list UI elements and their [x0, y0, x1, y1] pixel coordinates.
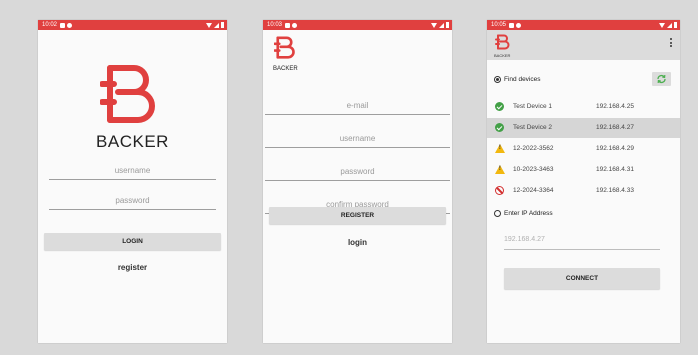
device-name: 10-2023-3463	[513, 166, 554, 173]
login-button[interactable]: LOGIN	[44, 233, 221, 250]
device-row[interactable]: Test Device 1 192.168.4.25	[487, 97, 680, 117]
notification-icon	[509, 22, 515, 28]
notification-icon	[292, 22, 298, 28]
register-link[interactable]: register	[38, 263, 227, 272]
device-name: Test Device 2	[513, 124, 553, 131]
app-name: BACKER	[273, 66, 298, 72]
connect-button[interactable]: CONNECT	[504, 268, 660, 289]
enter-ip-radio[interactable]	[494, 210, 501, 217]
email-field[interactable]: e-mail	[265, 100, 450, 115]
device-ip: 192.168.4.29	[596, 145, 634, 152]
check-circle-icon	[495, 102, 504, 111]
device-ip: 192.168.4.27	[596, 124, 634, 131]
warning-icon	[495, 165, 505, 174]
find-devices-radio[interactable]	[494, 76, 501, 83]
status-bar: 10:05	[487, 20, 680, 30]
username-field[interactable]: username	[49, 165, 216, 180]
blocked-icon	[495, 186, 504, 195]
refresh-icon	[657, 74, 666, 84]
app-bar: BACKER	[487, 30, 680, 60]
device-ip: 192.168.4.25	[596, 103, 634, 110]
check-circle-icon	[495, 123, 504, 132]
wifi-icon	[659, 22, 665, 28]
find-devices-label: Find devices	[504, 76, 541, 83]
status-bar: 10:02	[38, 20, 227, 30]
device-row[interactable]: 10-2023-3463 192.168.4.31	[487, 160, 680, 180]
refresh-button[interactable]	[652, 72, 671, 86]
signal-icon	[667, 22, 672, 28]
wifi-icon	[431, 22, 437, 28]
username-field[interactable]: username	[265, 133, 450, 148]
device-name: 12-2024-3364	[513, 187, 554, 194]
battery-icon	[446, 22, 449, 28]
device-ip: 192.168.4.33	[596, 187, 634, 194]
notification-icon	[60, 22, 66, 28]
backer-logo-icon	[100, 65, 155, 123]
status-time: 10:02	[42, 22, 58, 28]
device-row[interactable]: 12-2024-3364 192.168.4.33	[487, 181, 680, 201]
ip-address-input[interactable]: 192.168.4.27	[504, 236, 660, 250]
register-screen: 10:03 BACKER e-mail username password co…	[263, 20, 452, 343]
notification-icon	[285, 22, 291, 28]
register-button[interactable]: REGISTER	[269, 207, 446, 224]
backer-logo-icon	[274, 36, 295, 59]
status-bar: 10:03	[263, 20, 452, 30]
login-link[interactable]: login	[263, 238, 452, 247]
warning-icon	[495, 144, 505, 153]
backer-logo-icon	[495, 34, 510, 50]
status-time: 10:05	[491, 22, 507, 28]
device-row-selected[interactable]: Test Device 2 192.168.4.27	[487, 118, 680, 138]
app-name: BACKER	[494, 53, 511, 58]
notification-icon	[516, 22, 522, 28]
signal-icon	[214, 22, 219, 28]
battery-icon	[221, 22, 224, 28]
app-name: BACKER	[96, 132, 169, 151]
login-screen: 10:02 BACKER username password LOGIN reg…	[38, 20, 227, 343]
device-ip: 192.168.4.31	[596, 166, 634, 173]
notification-icon	[67, 22, 73, 28]
password-field[interactable]: password	[49, 195, 216, 210]
password-field[interactable]: password	[265, 166, 450, 181]
devices-screen: 10:05 BACKER Find devices Test Device 1 …	[487, 20, 680, 343]
device-name: 12-2022-3562	[513, 145, 554, 152]
enter-ip-label: Enter IP Address	[504, 210, 553, 217]
device-row[interactable]: 12-2022-3562 192.168.4.29	[487, 139, 680, 159]
device-name: Test Device 1	[513, 103, 553, 110]
signal-icon	[439, 22, 444, 28]
status-time: 10:03	[267, 22, 283, 28]
wifi-icon	[206, 22, 212, 28]
battery-icon	[674, 22, 677, 28]
overflow-menu-icon[interactable]	[670, 38, 672, 47]
